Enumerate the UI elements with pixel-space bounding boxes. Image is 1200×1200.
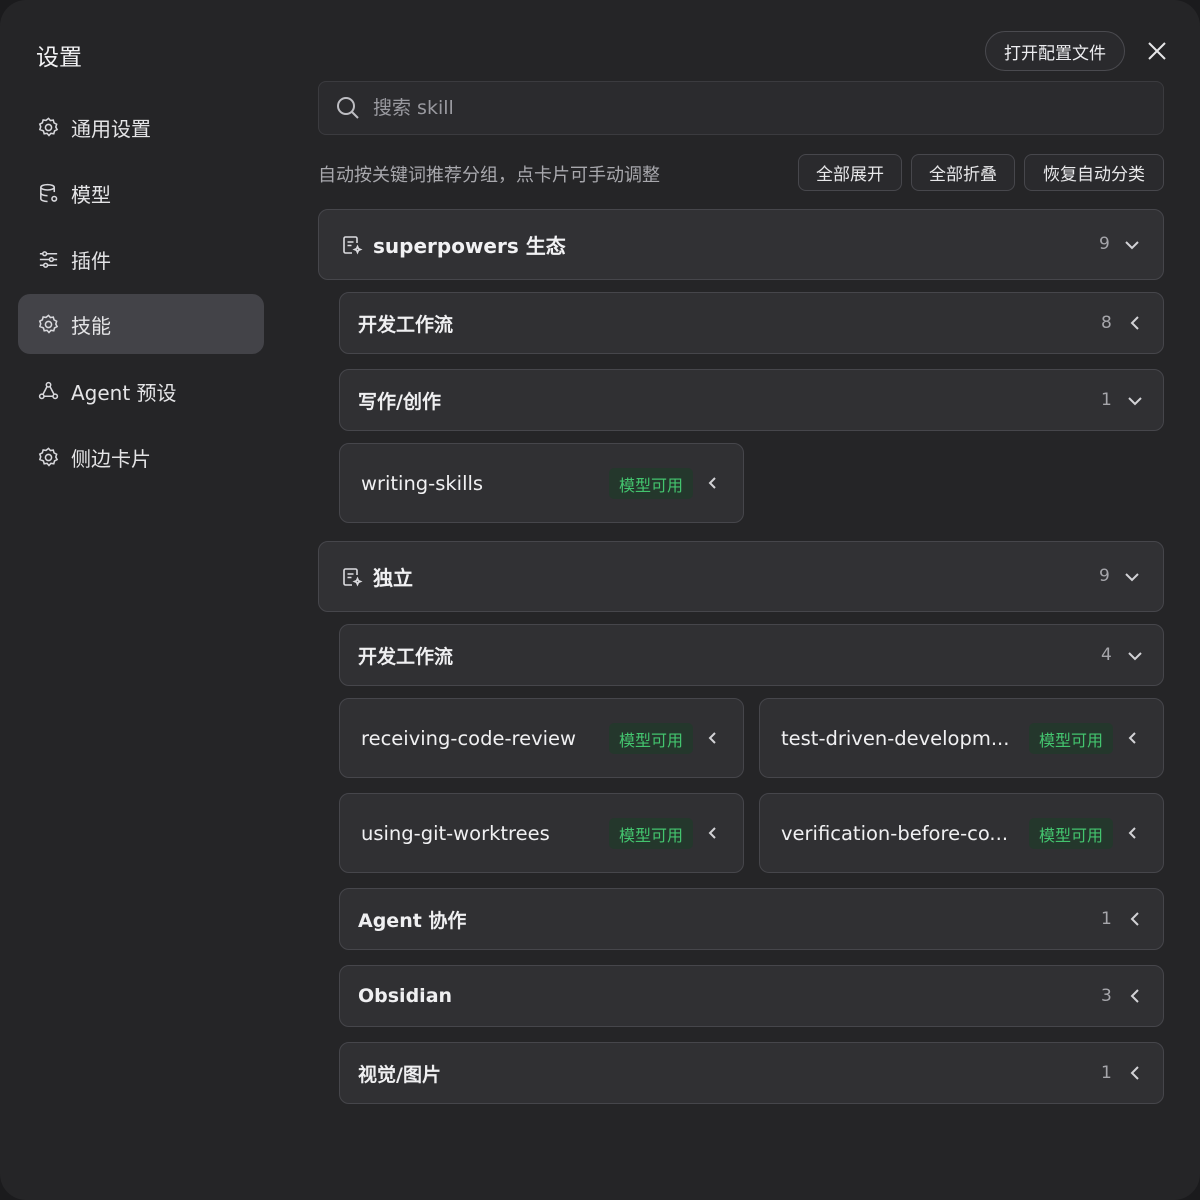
search-box [318,81,1164,135]
skill-name: receiving-code-review [361,726,577,750]
sliders-icon [36,247,60,271]
model-available-badge: 模型可用 [609,468,693,499]
search-input[interactable] [373,97,1133,119]
sidebar-item-models[interactable]: 模型 [18,163,264,223]
open-config-button[interactable]: 打开配置文件 [985,31,1125,71]
chevron-left-icon[interactable] [1125,730,1141,746]
model-available-badge: 模型可用 [609,723,693,754]
sidebar-item-plugins[interactable]: 插件 [18,229,264,289]
chevron-left-icon[interactable] [1127,315,1143,331]
sidebar-item-general[interactable]: 通用设置 [18,97,264,157]
subgroup-count: 1 [1101,1063,1112,1083]
subgroup-header-dev-workflow[interactable]: 开发工作流 4 [339,624,1164,686]
subgroup-header-writing[interactable]: 写作/创作 1 [339,369,1164,431]
collapse-all-button[interactable]: 全部折叠 [911,154,1015,191]
sidebar-item-agent-presets[interactable]: Agent 预设 [18,361,264,421]
network-icon [36,379,60,403]
model-available-badge: 模型可用 [1029,818,1113,849]
sidebar-item-skills[interactable]: 技能 [18,294,264,354]
skill-card-verification-before-completion[interactable]: verification-before-co... 模型可用 [759,793,1164,873]
subgroup-title: 开发工作流 [358,645,454,668]
subgroup-title: Obsidian [358,985,453,1007]
group-title: 独立 [373,566,413,590]
subgroup-count: 3 [1101,986,1112,1006]
restore-auto-button[interactable]: 恢复自动分类 [1024,154,1164,191]
group-header-superpowers[interactable]: superpowers 生态 9 [318,209,1164,280]
skill-card-writing-skills[interactable]: writing-skills 模型可用 [339,443,744,523]
grouping-hint: 自动按关键词推荐分组，点卡片可手动调整 [318,165,660,186]
group-count: 9 [1099,234,1110,254]
subgroup-header-dev-workflow[interactable]: 开发工作流 8 [339,292,1164,354]
sidebar-item-label: 模型 [71,182,111,207]
skill-card-test-driven-development[interactable]: test-driven-developm... 模型可用 [759,698,1164,778]
group-header-standalone[interactable]: 独立 9 [318,541,1164,612]
subgroup-header-agent-collab[interactable]: Agent 协作 1 [339,888,1164,950]
subgroup-title: Agent 协作 [358,909,467,932]
skill-name: writing-skills [361,471,484,495]
sidebar-item-label: 技能 [71,313,111,338]
chevron-left-icon[interactable] [1127,911,1143,927]
sidebar-item-label: 插件 [71,248,111,273]
chevron-left-icon[interactable] [705,730,721,746]
skill-card-using-git-worktrees[interactable]: using-git-worktrees 模型可用 [339,793,744,873]
subgroup-count: 8 [1101,313,1112,333]
sidebar-item-side-cards[interactable]: 侧边卡片 [18,427,264,487]
database-icon [36,181,60,205]
subgroup-title: 开发工作流 [358,313,454,336]
subgroup-header-visual-images[interactable]: 视觉/图片 1 [339,1042,1164,1104]
chevron-left-icon[interactable] [705,475,721,491]
chevron-down-icon[interactable] [1127,648,1143,664]
subgroup-count: 1 [1101,909,1112,929]
group-title: superpowers 生态 [373,234,566,258]
subgroup-title: 视觉/图片 [358,1063,441,1086]
settings-window: 设置 通用设置 模型 插件 技能 Agent 预设 侧边卡片 打开配置文件 搜索… [0,0,1200,1200]
gear-icon [36,115,60,139]
sidebar-item-label: Agent 预设 [71,380,177,405]
subgroup-count: 4 [1101,645,1112,665]
skill-name: test-driven-developm... [781,726,1010,750]
chevron-down-icon[interactable] [1124,237,1140,253]
model-available-badge: 模型可用 [1029,723,1113,754]
chevron-down-icon[interactable] [1124,569,1140,585]
subgroup-title: 写作/创作 [358,390,441,413]
gear-icon [36,445,60,469]
sidebar-item-label: 通用设置 [71,116,151,141]
group-count: 9 [1099,566,1110,586]
subgroup-count: 1 [1101,390,1112,410]
chevron-left-icon[interactable] [705,825,721,841]
chevron-left-icon[interactable] [1127,1065,1143,1081]
model-available-badge: 模型可用 [609,818,693,849]
subgroup-header-obsidian[interactable]: Obsidian 3 [339,965,1164,1027]
gear-icon [36,312,60,336]
search-icon [337,97,359,119]
skill-card-receiving-code-review[interactable]: receiving-code-review 模型可用 [339,698,744,778]
close-icon[interactable] [1144,38,1170,64]
sidebar-item-label: 侧边卡片 [71,446,151,471]
chevron-left-icon[interactable] [1127,988,1143,1004]
document-sparkle-icon [341,234,363,256]
expand-all-button[interactable]: 全部展开 [798,154,902,191]
document-sparkle-icon [341,566,363,588]
skill-name: verification-before-co... [781,821,1009,845]
settings-title: 设置 [36,45,82,71]
chevron-left-icon[interactable] [1125,825,1141,841]
skill-name: using-git-worktrees [361,821,550,845]
chevron-down-icon[interactable] [1127,393,1143,409]
